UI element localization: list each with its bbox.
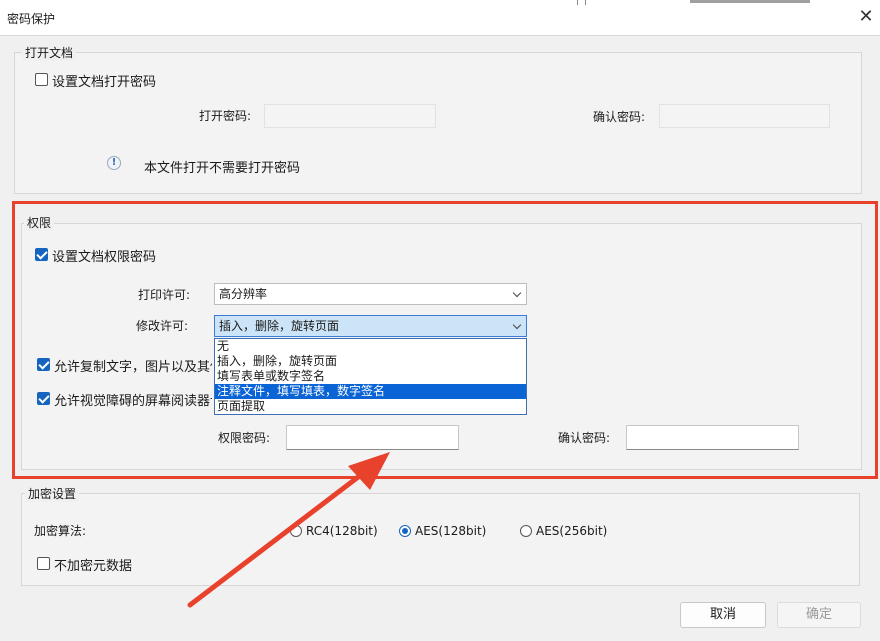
ok-button[interactable]: 确定 bbox=[777, 602, 861, 628]
info-icon: ! bbox=[107, 156, 121, 170]
annotation-arrow bbox=[187, 452, 390, 608]
open-info-text: 本文件打开不需要打开密码 bbox=[144, 161, 301, 176]
background-window-edge bbox=[585, 0, 586, 5]
set-open-password-checkbox[interactable] bbox=[35, 73, 48, 86]
open-document-title: 打开文档 bbox=[22, 44, 77, 61]
no-encrypt-metadata-label: 不加密元数据 bbox=[54, 559, 133, 574]
background-window-edge bbox=[577, 0, 578, 5]
encryption-algorithm-label: 加密算法: bbox=[34, 524, 87, 538]
radio-aes128-label: AES(128bit) bbox=[415, 524, 487, 538]
close-icon[interactable]: ✕ bbox=[855, 6, 877, 28]
open-password-input[interactable] bbox=[264, 104, 436, 128]
open-confirm-password-label: 确认密码: bbox=[593, 110, 646, 124]
open-password-label: 打开密码: bbox=[199, 109, 252, 123]
no-encrypt-metadata-checkbox[interactable] bbox=[37, 557, 50, 570]
radio-aes256[interactable] bbox=[520, 525, 532, 537]
open-confirm-password-input[interactable] bbox=[659, 104, 830, 128]
background-window-edge bbox=[690, 0, 810, 3]
window-title: 密码保护 bbox=[7, 12, 56, 26]
encryption-title: 加密设置 bbox=[25, 485, 80, 502]
radio-aes128[interactable] bbox=[399, 525, 411, 537]
set-open-password-label: 设置文档打开密码 bbox=[52, 75, 157, 90]
title-bar bbox=[0, 0, 880, 36]
cancel-button[interactable]: 取消 bbox=[680, 602, 766, 628]
annotation-highlight-box bbox=[12, 201, 878, 479]
encryption-group bbox=[21, 493, 860, 586]
radio-aes256-label: AES(256bit) bbox=[536, 524, 608, 538]
